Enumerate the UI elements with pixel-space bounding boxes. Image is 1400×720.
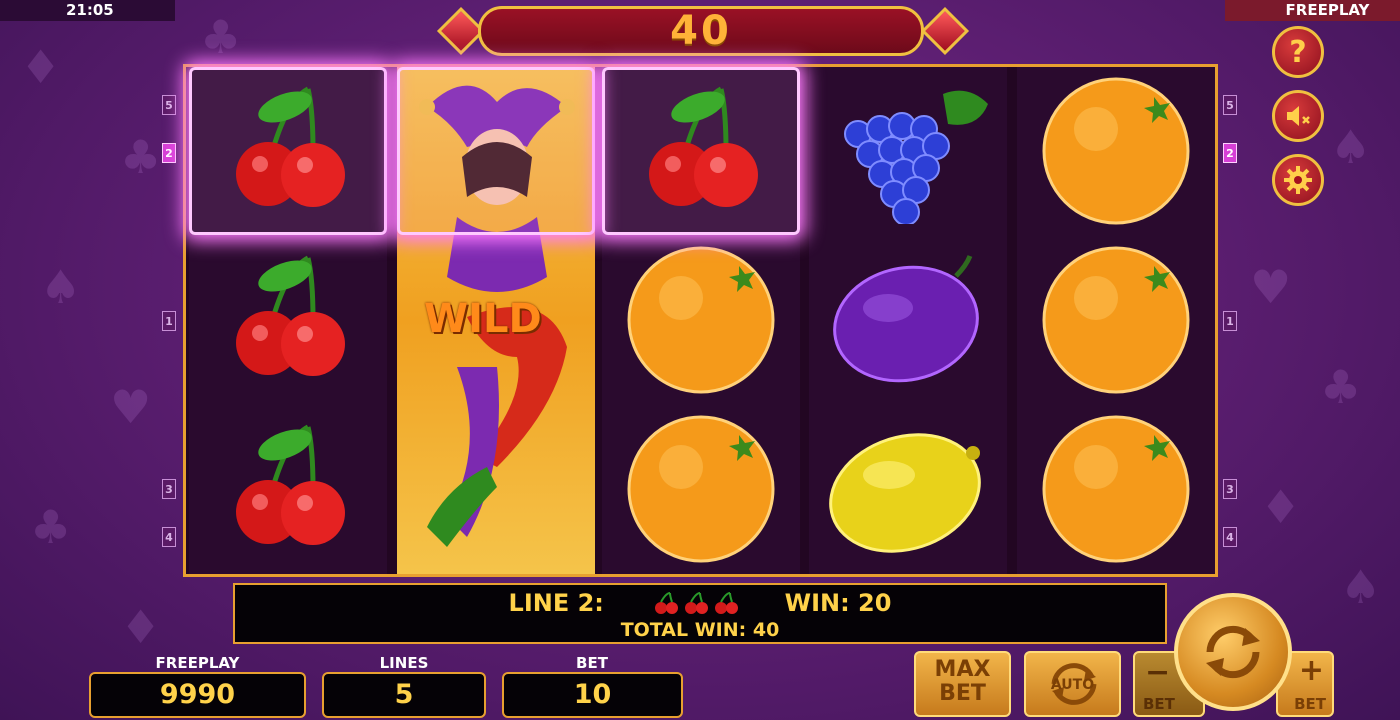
plus-icon: + xyxy=(1298,653,1324,688)
reel-5 xyxy=(1017,67,1215,574)
orange-icon xyxy=(1036,238,1196,402)
balance-display: 9990 xyxy=(89,672,306,718)
reel-cell xyxy=(397,67,595,235)
reel-grid xyxy=(183,64,1218,577)
reel-cell xyxy=(189,236,387,404)
orange-icon xyxy=(621,238,781,402)
cherry-icon xyxy=(213,417,363,561)
cherry-icon xyxy=(213,79,363,223)
reel-cell xyxy=(809,405,1007,573)
cherry-icon xyxy=(213,248,363,392)
payline-marker-right: 3 xyxy=(1223,479,1237,499)
max-bet-line2: BET xyxy=(939,681,986,706)
spin-button[interactable] xyxy=(1174,593,1292,711)
win-amount-banner: 40 xyxy=(478,6,924,56)
bet-minus-label: BET xyxy=(1143,695,1175,713)
cherry-mini-icon xyxy=(655,592,679,614)
grapes-icon xyxy=(818,74,998,228)
clock: 21:05 xyxy=(0,0,175,21)
reel-1 xyxy=(189,67,387,574)
question-icon: ? xyxy=(1289,34,1307,70)
reel-cell xyxy=(1017,67,1215,235)
orange-icon xyxy=(1036,407,1196,571)
lemon-icon xyxy=(823,417,993,561)
payline-marker-right: 2 xyxy=(1223,143,1237,163)
win-message-panel: LINE 2: WIN: 20 TOTAL WIN: 40 xyxy=(233,583,1167,644)
payline-marker-right: 4 xyxy=(1223,527,1237,547)
gear-icon xyxy=(1284,166,1312,194)
reel-cell xyxy=(189,67,387,235)
autoplay-button[interactable]: AUTO xyxy=(1024,651,1121,717)
settings-button[interactable] xyxy=(1272,154,1324,206)
line-symbols xyxy=(652,591,742,621)
minus-icon: − xyxy=(1145,655,1171,690)
reel-cell xyxy=(602,236,800,404)
reel-cell xyxy=(809,236,1007,404)
total-win-label: TOTAL WIN: 40 xyxy=(620,619,780,641)
reel-cell xyxy=(602,405,800,573)
help-button[interactable]: ? xyxy=(1272,26,1324,78)
reel-cell xyxy=(189,405,387,573)
payline-marker-left: 1 xyxy=(162,311,176,331)
mode-label: FREEPLAY xyxy=(1225,0,1400,21)
reel-3 xyxy=(602,67,800,574)
line-win-row: LINE 2: WIN: 20 xyxy=(235,589,1165,621)
speaker-muted-icon xyxy=(1287,106,1310,126)
balance-label: FREEPLAY xyxy=(155,654,240,672)
payline-marker-left: 3 xyxy=(162,479,176,499)
lines-display[interactable]: 5 xyxy=(322,672,486,718)
reel-cell xyxy=(602,67,800,235)
bet-display: 10 xyxy=(502,672,683,718)
spin-arrows-icon xyxy=(1206,625,1260,679)
sound-toggle-button[interactable] xyxy=(1272,90,1324,142)
plum-icon xyxy=(828,248,988,392)
reel-cell xyxy=(809,67,1007,235)
line-label: LINE 2: xyxy=(508,589,604,617)
line-win-label: WIN: 20 xyxy=(784,589,892,617)
orange-icon xyxy=(1036,69,1196,233)
lines-label: LINES xyxy=(379,654,429,672)
payline-marker-left: 2 xyxy=(162,143,176,163)
bet-plus-label: BET xyxy=(1294,695,1326,713)
payline-marker-right: 5 xyxy=(1223,95,1237,115)
payline-marker-left: 5 xyxy=(162,95,176,115)
reel-4 xyxy=(809,67,1007,574)
reel-cell xyxy=(1017,236,1215,404)
orange-icon xyxy=(621,407,781,571)
max-bet-line1: MAX xyxy=(934,657,991,682)
wild-label: WILD xyxy=(424,296,542,342)
reel-cell xyxy=(1017,405,1215,573)
auto-label: AUTO xyxy=(1050,677,1095,693)
payline-marker-left: 4 xyxy=(162,527,176,547)
cherry-icon xyxy=(626,79,776,223)
max-bet-button[interactable]: MAX BET xyxy=(914,651,1011,717)
reel-cell xyxy=(397,405,595,573)
bet-label: BET xyxy=(576,654,608,672)
payline-marker-right: 1 xyxy=(1223,311,1237,331)
